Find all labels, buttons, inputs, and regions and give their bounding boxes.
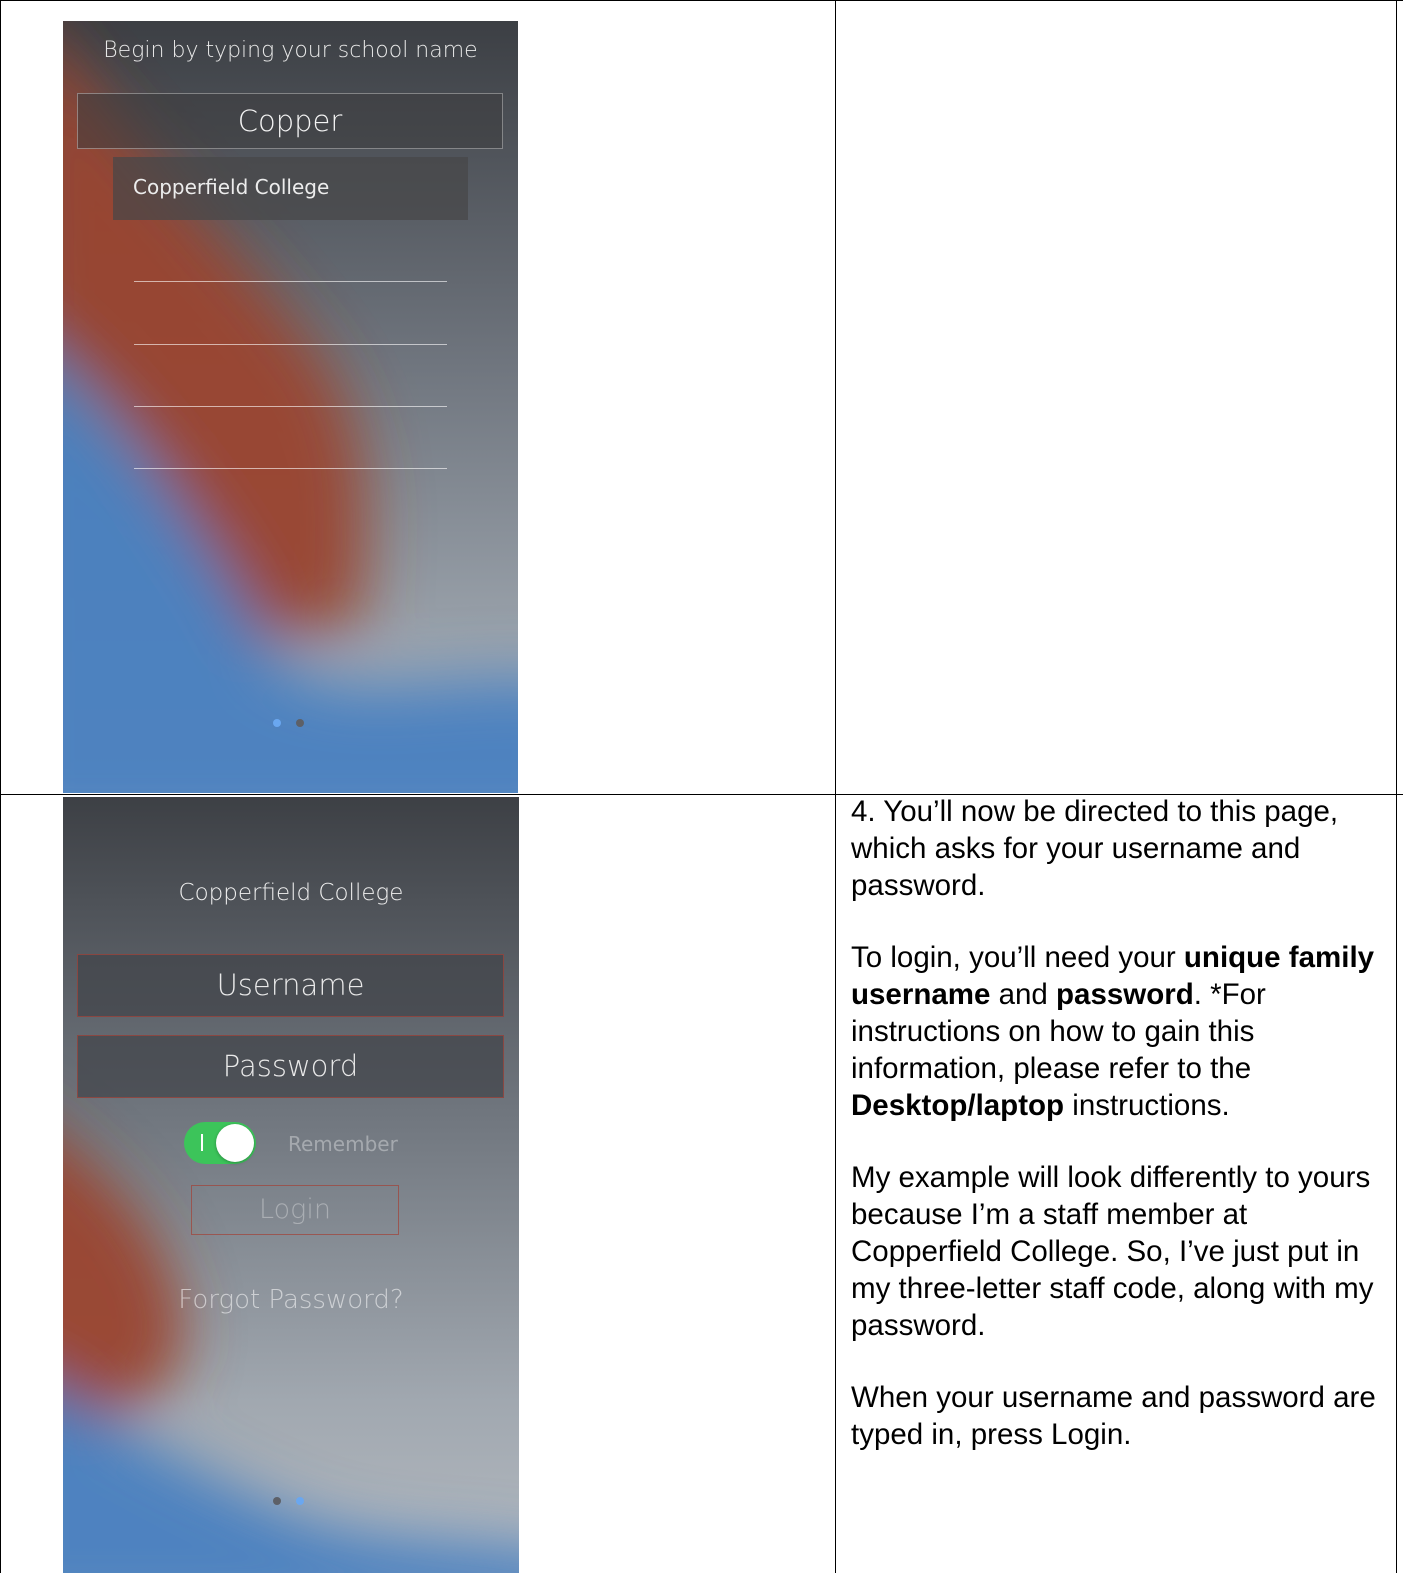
school-search-hint: Begin by typing your school name xyxy=(103,38,478,63)
school-title: Copperfield College xyxy=(178,880,404,906)
empty-suggestion-divider xyxy=(134,468,447,469)
instruction-text: and xyxy=(990,978,1057,1011)
page-indicator-dot-active[interactable] xyxy=(273,719,281,727)
toggle-on-mark xyxy=(201,1134,203,1151)
instruction-paragraph: 4. You’ll now be directed to this page, … xyxy=(851,795,1339,902)
instruction-paragraph: When your username and password are type… xyxy=(851,1381,1376,1451)
instruction-text: instructions. xyxy=(1064,1089,1230,1122)
page-indicator-dot[interactable] xyxy=(273,1497,281,1505)
table-border xyxy=(835,0,836,1573)
table-border xyxy=(1396,0,1397,1573)
empty-suggestion-divider xyxy=(134,406,447,407)
instruction-paragraph: To login, you’ll need your unique family… xyxy=(851,939,1391,1124)
forgot-password-link[interactable]: Forgot Password? xyxy=(63,1285,519,1315)
table-border xyxy=(0,0,1403,1)
login-button[interactable]: Login xyxy=(191,1185,399,1235)
instructions-text: 4. You’ll now be directed to this page, … xyxy=(851,793,1391,1488)
page-indicator-dot[interactable] xyxy=(296,719,304,727)
empty-suggestion-divider xyxy=(134,281,447,282)
empty-suggestion-divider xyxy=(134,344,447,345)
school-suggestion-label: Copperfield College xyxy=(133,175,330,199)
instruction-text: To login, you’ll need your xyxy=(851,941,1184,974)
school-search-screenshot: Begin by typing your school name Copper … xyxy=(63,21,518,793)
instruction-emphasis: Desktop/laptop xyxy=(851,1089,1065,1122)
toggle-knob xyxy=(216,1124,254,1162)
username-input[interactable]: Username xyxy=(77,954,504,1017)
school-suggestion-item[interactable]: Copperfield College xyxy=(113,157,468,220)
school-search-input[interactable]: Copper xyxy=(77,93,503,149)
remember-toggle[interactable] xyxy=(184,1122,256,1164)
instruction-emphasis: password xyxy=(1056,978,1194,1011)
password-input[interactable]: Password xyxy=(77,1035,504,1098)
login-screenshot: Copperfield College Username Password Re… xyxy=(63,797,519,1573)
instruction-paragraph: My example will look differently to your… xyxy=(851,1161,1374,1342)
remember-label: Remember xyxy=(288,1132,398,1156)
table-border xyxy=(0,0,1,1573)
page-indicator-dot-active[interactable] xyxy=(296,1497,304,1505)
